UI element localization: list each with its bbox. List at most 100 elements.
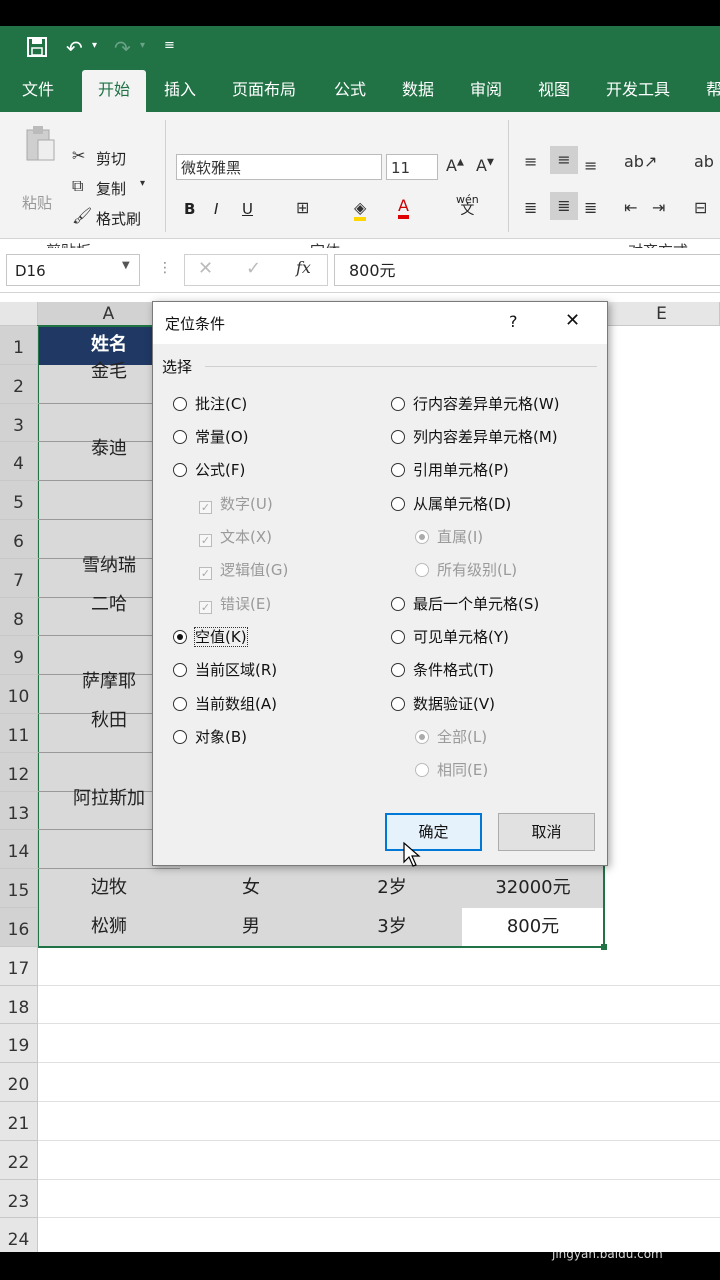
row-header[interactable]: 10 (0, 675, 38, 714)
fill-color-icon[interactable]: ◈ (354, 198, 367, 221)
row-header[interactable]: 16 (0, 908, 38, 947)
orientation-icon[interactable]: ab↗ (624, 152, 657, 171)
row-header[interactable]: 14 (0, 830, 38, 870)
align-right-icon[interactable]: ≣ (584, 198, 597, 217)
cell-a15[interactable]: 边牧 (38, 869, 180, 907)
cut-label[interactable]: 剪切 (96, 148, 126, 169)
option-last-cell[interactable]: 最后一个单元格(S) (391, 593, 539, 615)
tab-data[interactable]: 数据 (402, 70, 434, 112)
option-current-array[interactable]: 当前数组(A) (173, 693, 277, 715)
grow-font-icon[interactable]: A▲ (446, 156, 464, 175)
merge-center-icon[interactable]: ⊟ (694, 198, 707, 217)
row-header[interactable]: 6 (0, 520, 38, 559)
align-bottom-icon[interactable]: ≡ (584, 156, 597, 175)
option-row-differences[interactable]: 行内容差异单元格(W) (391, 393, 560, 415)
row-header[interactable]: 20 (0, 1063, 38, 1102)
row-header[interactable]: 23 (0, 1179, 38, 1219)
help-button[interactable]: ? (509, 312, 518, 331)
align-center-icon[interactable]: ≣ (550, 192, 578, 220)
row-header[interactable]: 9 (0, 636, 38, 676)
tab-developer[interactable]: 开发工具 (606, 70, 670, 112)
row-header[interactable]: 19 (0, 1024, 38, 1064)
cell-a16[interactable]: 松狮 (38, 908, 180, 946)
border-icon[interactable]: ⊞ (296, 198, 309, 217)
row-header[interactable]: 11 (0, 714, 38, 753)
row-header[interactable]: 12 (0, 752, 38, 792)
increase-indent-icon[interactable]: ⇥ (652, 198, 665, 217)
row-header[interactable]: 22 (0, 1140, 38, 1180)
paste-icon[interactable] (22, 124, 58, 168)
row-header[interactable]: 5 (0, 481, 38, 520)
tab-home[interactable]: 开始 (82, 70, 146, 112)
cell-b16[interactable]: 男 (180, 908, 322, 946)
cancel-button[interactable]: 取消 (498, 813, 595, 851)
font-name-select[interactable]: 微软雅黑 (176, 154, 382, 180)
wrap-text-icon[interactable]: ab (694, 152, 714, 171)
format-painter-icon[interactable]: 🖌 (72, 206, 92, 225)
copy-icon[interactable]: ⧉ (72, 176, 83, 196)
tab-insert[interactable]: 插入 (164, 70, 196, 112)
tab-help[interactable]: 帮 (706, 70, 720, 112)
cell-c15[interactable]: 2岁 (322, 869, 462, 907)
row-header[interactable]: 4 (0, 442, 38, 482)
font-color-icon[interactable]: A (398, 196, 409, 219)
option-precedents[interactable]: 引用单元格(P) (391, 459, 509, 481)
save-icon[interactable] (26, 36, 48, 63)
row-header[interactable]: 18 (0, 985, 38, 1025)
paste-label[interactable]: 粘贴 (22, 192, 52, 213)
name-box[interactable]: D16 (6, 254, 140, 286)
copy-label[interactable]: 复制 (96, 178, 126, 199)
row-header[interactable]: 8 (0, 597, 38, 637)
option-constants[interactable]: 常量(O) (173, 426, 249, 448)
undo-dropdown-icon[interactable]: ▾ (92, 40, 97, 51)
option-visible-cells[interactable]: 可见单元格(Y) (391, 626, 509, 648)
tab-page-layout[interactable]: 页面布局 (232, 70, 296, 112)
option-comments[interactable]: 批注(C) (173, 393, 247, 415)
bold-button[interactable]: B (184, 200, 195, 218)
align-top-icon[interactable]: ≡ (524, 152, 537, 171)
format-painter-label[interactable]: 格式刷 (96, 208, 141, 229)
tab-file[interactable]: 文件 (22, 70, 54, 112)
tab-formulas[interactable]: 公式 (334, 70, 366, 112)
font-size-select[interactable]: 11 (386, 154, 438, 180)
column-header-e[interactable]: E (604, 302, 720, 326)
cell-c16[interactable]: 3岁 (322, 908, 462, 946)
select-all-corner[interactable] (0, 302, 38, 326)
shrink-font-icon[interactable]: A▼ (476, 156, 494, 175)
row-header[interactable]: 24 (0, 1218, 38, 1252)
row-header[interactable]: 2 (0, 364, 38, 404)
tab-view[interactable]: 视图 (538, 70, 570, 112)
option-blanks[interactable]: 空值(K) (173, 626, 248, 648)
option-formulas[interactable]: 公式(F) (173, 459, 245, 481)
scissors-icon[interactable]: ✂ (72, 146, 85, 165)
formula-input[interactable]: 800元 (334, 254, 720, 286)
row-header[interactable]: 21 (0, 1102, 38, 1141)
name-box-dropdown-icon[interactable]: ▼ (122, 260, 130, 271)
decrease-indent-icon[interactable]: ⇤ (624, 198, 637, 217)
option-conditional-formats[interactable]: 条件格式(T) (391, 659, 494, 681)
row-header[interactable]: 1 (0, 326, 38, 365)
tab-review[interactable]: 审阅 (470, 70, 502, 112)
option-objects[interactable]: 对象(B) (173, 726, 247, 748)
cell-b15[interactable]: 女 (180, 869, 322, 907)
row-header[interactable]: 7 (0, 558, 38, 598)
option-column-differences[interactable]: 列内容差异单元格(M) (391, 426, 558, 448)
customize-qat-icon[interactable]: ≡ (164, 38, 175, 53)
option-data-validation[interactable]: 数据验证(V) (391, 693, 495, 715)
align-middle-icon[interactable]: ≡ (550, 146, 578, 174)
phonetic-guide-icon[interactable]: wén 文 (456, 194, 479, 217)
insert-function-icon[interactable]: fx (296, 258, 311, 277)
cell-d15[interactable]: 32000元 (462, 869, 604, 907)
undo-icon[interactable]: ↶ (66, 36, 83, 60)
row-header[interactable]: 15 (0, 869, 38, 908)
copy-dropdown-icon[interactable]: ▾ (140, 178, 145, 189)
italic-button[interactable]: I (214, 200, 218, 218)
row-header[interactable]: 17 (0, 946, 38, 986)
close-icon[interactable]: ✕ (565, 310, 580, 331)
cell-d16[interactable]: 800元 (462, 908, 604, 946)
ok-button[interactable]: 确定 (385, 813, 482, 851)
align-left-icon[interactable]: ≣ (524, 198, 537, 217)
option-dependents[interactable]: 从属单元格(D) (391, 493, 511, 515)
row-header[interactable]: 3 (0, 403, 38, 443)
underline-button[interactable]: U (242, 200, 253, 218)
